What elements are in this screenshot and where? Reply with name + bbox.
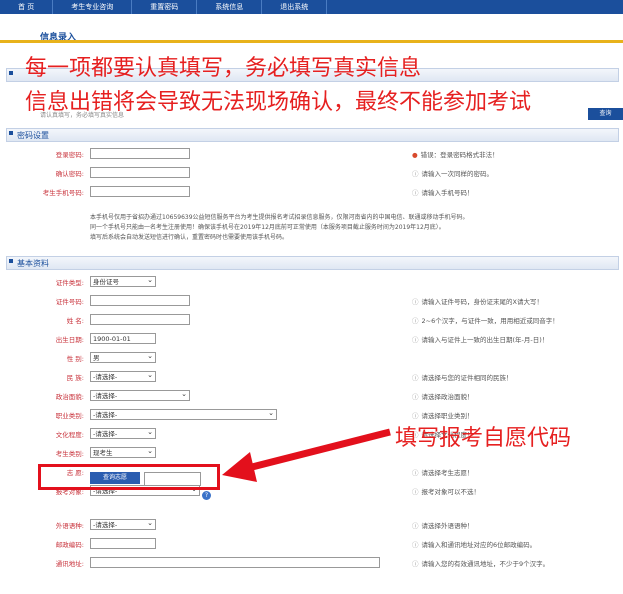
- field-label: 考生类别:: [55, 450, 84, 458]
- text-input[interactable]: [90, 557, 380, 568]
- select-field[interactable]: 身份证号: [90, 275, 156, 287]
- text-input[interactable]: 1900-01-01: [90, 333, 156, 344]
- form-row: 证件号码: 请输入证件号码，身份证末尾的X请大写！: [0, 295, 623, 311]
- text-input[interactable]: [90, 295, 190, 306]
- field-label: 证件号码:: [55, 298, 84, 306]
- section-header-basic: 基本资料: [6, 256, 619, 270]
- field-hint: 请输入手机号码！: [412, 186, 474, 200]
- select-field[interactable]: -请选择-: [90, 408, 277, 420]
- form-row: 姓 名: 2~6个汉字，与证件一致，用用相近或同音字！: [0, 314, 623, 330]
- section-header-password: 密码设置: [6, 128, 619, 142]
- annotation-line1: 每一项都要认真填写，务必填写真实信息: [25, 56, 422, 81]
- query-button[interactable]: 查询: [588, 108, 623, 120]
- field-label: 民 族:: [66, 374, 84, 382]
- field-hint: 请输入一次同样的密码。: [412, 167, 494, 181]
- field-label: 政治面貌:: [55, 393, 84, 401]
- form-row: 性 别: 男: [0, 351, 623, 368]
- form-row: 考生手机号码: 请输入手机号码！: [0, 186, 623, 202]
- text-input[interactable]: [90, 148, 190, 159]
- field-hint: 请选择考生志愿！: [412, 466, 474, 480]
- field-label: 职业类别:: [55, 412, 84, 420]
- phone-notes: 本手机号仅用于省招办通过10659639公益短信服务平台为考生提供报名考试招录信…: [90, 213, 590, 243]
- field-hint: 请选择与您的证件相同的民族！: [412, 371, 513, 385]
- top-nav: 首 页考生专业咨询 重置密码 系统信息 退出系统: [0, 0, 623, 14]
- field-label: 确认密码:: [55, 170, 84, 178]
- field-label: 邮政编码:: [55, 541, 84, 549]
- field-hint: 请选择外语语种！: [412, 519, 474, 533]
- form-row: 出生日期: 1900-01-01 请输入与证件上一致的出生日期(年-月-日)！: [0, 333, 623, 349]
- text-input[interactable]: [90, 167, 190, 178]
- field-label: 出生日期:: [55, 336, 84, 344]
- form-row: 民 族: -请选择- 请选择与您的证件相同的民族！: [0, 370, 623, 387]
- field-label: 考生手机号码:: [42, 189, 84, 197]
- title-divider: [0, 40, 623, 43]
- select-field[interactable]: -请选择-: [90, 389, 190, 401]
- query-volunteer-button[interactable]: 查询志愿: [90, 472, 140, 484]
- select-field[interactable]: -请选择-: [90, 370, 156, 382]
- form-row: 外语语种: -请选择- 请选择外语语种！: [0, 518, 623, 535]
- annotation-arrow-text: 填写报考自愿代码: [395, 426, 572, 451]
- form-row: 登录密码: 错误：登录密码格式非法！: [0, 148, 623, 164]
- nav-item[interactable]: 系统信息: [197, 0, 263, 14]
- field-hint: 请输入和通讯地址对应的6位邮政编码。: [412, 538, 537, 552]
- nav-item[interactable]: 重置密码: [132, 0, 198, 14]
- field-hint: 2~6个汉字，与证件一致，用用相近或同音字！: [412, 314, 559, 328]
- field-hint: 请输入证件号码，身份证末尾的X请大写！: [412, 295, 543, 309]
- note-line: 本手机号仅用于省招办通过10659639公益短信服务平台为考生提供报名考试招录信…: [90, 214, 469, 221]
- annotation-line2: 信息出错将会导致无法现场确认，最终不能参加考试: [25, 90, 532, 115]
- select-field[interactable]: 现考生: [90, 446, 156, 458]
- text-input[interactable]: [90, 538, 156, 549]
- select-field[interactable]: -请选择-: [90, 427, 156, 439]
- field-label: 证件类型:: [55, 279, 84, 287]
- form-row: 通讯地址: 请输入您的有效通讯地址，不少于9个汉字。: [0, 557, 623, 573]
- field-label: 登录密码:: [55, 151, 84, 159]
- nav-item[interactable]: 首 页: [0, 0, 54, 14]
- form-row: 确认密码: 请输入一次同样的密码。: [0, 167, 623, 183]
- note-line: 同一个手机号只能由一名考生注册使用！确保该手机号在2019年12月底前可正常使用…: [90, 224, 445, 231]
- nav-item[interactable]: 考生专业咨询: [53, 0, 133, 14]
- volunteer-code-input[interactable]: [144, 472, 201, 486]
- text-input[interactable]: [90, 186, 190, 197]
- form-row: 政治面貌: -请选择- 请选择政治面貌！: [0, 389, 623, 406]
- field-hint: 请输入与证件上一致的出生日期(年-月-日)！: [412, 333, 549, 347]
- field-hint: 请选择政治面貌！: [412, 390, 474, 404]
- field-hint: 错误：登录密码格式非法！: [412, 148, 499, 162]
- help-icon[interactable]: ?: [202, 491, 211, 500]
- note-line: 填写后系统会自动发送短信进行确认，重置密码时也需要使用该手机号码。: [90, 234, 289, 241]
- form-row: 邮政编码: 请输入和通讯地址对应的6位邮政编码。: [0, 538, 623, 554]
- field-label: 文化程度:: [55, 431, 84, 439]
- field-label: 姓 名:: [66, 317, 84, 325]
- form-row: 证件类型: 身份证号: [0, 275, 623, 292]
- field-label: 性 别:: [66, 355, 84, 363]
- field-hint: 请输入您的有效通讯地址，不少于9个汉字。: [412, 557, 550, 571]
- nav-item[interactable]: 退出系统: [262, 0, 328, 14]
- field-label: 外语语种:: [55, 522, 84, 530]
- select-field[interactable]: -请选择-: [90, 518, 156, 530]
- field-label: 通讯地址:: [55, 560, 84, 568]
- field-hint: 报考对象可以不选！: [412, 485, 481, 499]
- select-field[interactable]: 男: [90, 351, 156, 363]
- text-input[interactable]: [90, 314, 190, 325]
